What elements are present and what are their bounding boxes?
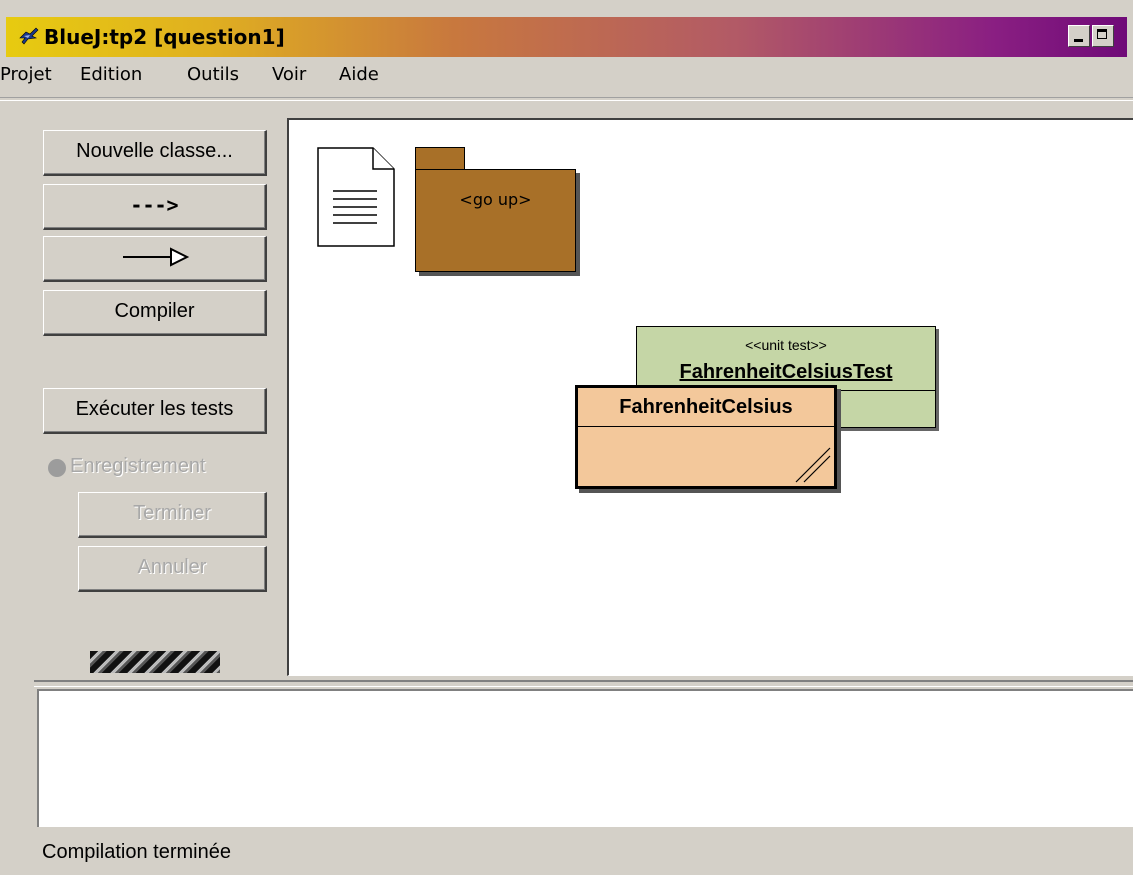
menu-edition[interactable]: Edition [80, 64, 142, 85]
menu-outils[interactable]: Outils [187, 64, 239, 85]
menu-voir[interactable]: Voir [272, 64, 306, 85]
inheritance-arrow-button[interactable] [43, 236, 267, 282]
cancel-recording-button[interactable]: Annuler [78, 546, 267, 592]
package-tab [415, 147, 465, 171]
inheritance-arrow-icon [122, 247, 189, 267]
resize-grip-icon[interactable] [792, 444, 832, 484]
menu-separator [0, 97, 1133, 101]
machine-activity-indicator [90, 651, 220, 673]
go-up-package[interactable]: <go up> [415, 169, 576, 272]
bluej-bird-icon [19, 27, 39, 45]
class-name: FahrenheitCelsius [619, 396, 793, 418]
end-recording-button[interactable]: Terminer [78, 492, 267, 538]
class-diagram-canvas[interactable]: <go up> <<unit test>> FahrenheitCelsiusT… [287, 118, 1133, 676]
new-class-button[interactable]: Nouvelle classe... [43, 130, 267, 176]
recording-indicator [48, 459, 66, 477]
dependency-arrow-button[interactable]: ---> [43, 184, 267, 230]
menu-bar: Projet Edition Outils Voir Aide [0, 60, 1133, 90]
run-tests-button[interactable]: Exécuter les tests [43, 388, 267, 434]
minimize-button[interactable] [1068, 25, 1090, 47]
menu-projet[interactable]: Projet [0, 64, 52, 85]
panel-splitter[interactable] [34, 680, 1133, 687]
bluej-window: BlueJ:tp2 [question1] Projet Edition Out… [0, 0, 1133, 875]
window-title: BlueJ:tp2 [question1] [44, 25, 285, 49]
class-divider [578, 426, 834, 427]
document-icon[interactable] [317, 147, 395, 247]
menu-aide[interactable]: Aide [339, 64, 379, 85]
unit-test-class-name: FahrenheitCelsiusTest [679, 361, 893, 383]
class-box[interactable]: FahrenheitCelsius [575, 385, 837, 489]
maximize-button[interactable] [1092, 25, 1114, 47]
compile-button[interactable]: Compiler [43, 290, 267, 336]
output-panel [37, 689, 1133, 827]
recording-label: Enregistrement [70, 455, 206, 477]
title-bar[interactable]: BlueJ:tp2 [question1] [6, 17, 1127, 57]
unit-test-stereotype: <<unit test>> [745, 337, 827, 353]
go-up-label: <go up> [459, 190, 532, 209]
status-text: Compilation terminée [42, 841, 231, 863]
